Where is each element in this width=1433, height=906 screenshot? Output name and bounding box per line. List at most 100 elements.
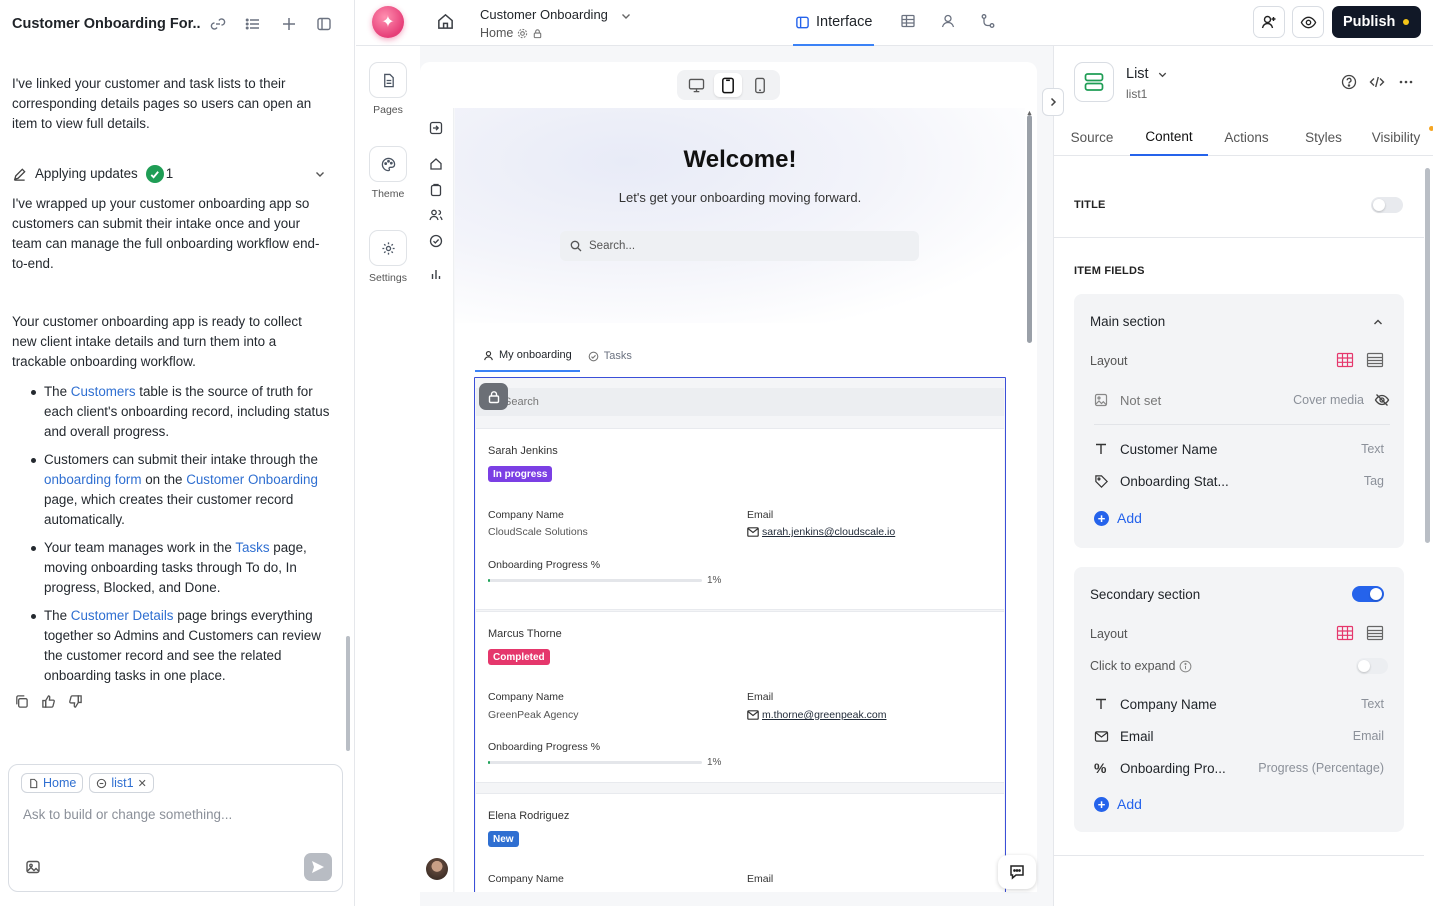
login-icon[interactable] [429,121,443,135]
tasks-link[interactable]: Tasks [235,540,269,555]
chat-scrollbar[interactable] [346,636,350,751]
grid-layout-icon[interactable] [1336,625,1354,641]
component-type-select[interactable]: List [1126,66,1168,82]
user-icon[interactable] [940,13,956,29]
secondary-section-title: Secondary section [1090,587,1201,602]
grid-layout-icon[interactable] [1336,352,1354,368]
email-link[interactable]: m.thorne@greenpeak.com [747,709,886,721]
link-icon[interactable] [200,16,236,32]
send-button[interactable] [304,853,332,881]
secondary-layout-label: Layout [1090,627,1128,641]
tab-source[interactable]: Source [1054,118,1130,156]
cover-media-row[interactable]: Not set Cover media [1094,385,1390,415]
list-layout-icon[interactable] [1366,352,1384,368]
check-circle-icon[interactable] [429,234,443,248]
copy-icon[interactable] [14,694,29,709]
secondary-section-toggle[interactable] [1352,586,1384,602]
list-item[interactable]: Marcus Thorne Completed Company Name Gre… [476,611,1004,783]
field-row[interactable]: Email Email [1094,721,1384,751]
field-row[interactable]: Onboarding Stat... Tag [1094,466,1384,496]
avatar[interactable] [426,858,448,880]
current-page[interactable]: Home [480,26,543,40]
thumbs-up-icon[interactable] [41,694,56,709]
applying-updates-row[interactable]: Applying updates 1 [12,164,330,184]
field-row[interactable]: Company Name Text [1094,689,1384,719]
close-icon[interactable]: ✕ [138,777,147,790]
preview-scrollbar[interactable] [1027,115,1032,343]
panel-scrollbar[interactable] [1425,168,1430,543]
ai-logo-icon[interactable]: ✦ [372,6,404,38]
add-field-button[interactable]: + Add [1094,510,1142,526]
customer-onboarding-link[interactable]: Customer Onboarding [186,472,318,487]
eye-off-icon[interactable] [1374,392,1390,408]
tab-visibility-label: Visibility [1371,129,1421,145]
chart-bar-icon[interactable] [429,267,443,281]
users-icon[interactable] [429,208,443,222]
list1-component[interactable]: Search Sarah Jenkins In progress Company… [474,377,1006,892]
thumbs-down-icon[interactable] [68,694,83,709]
page-icon [369,62,407,98]
collapse-panel-button[interactable] [1042,88,1064,116]
company-value: CloudScale Solutions [488,526,588,538]
table-icon[interactable] [900,13,916,29]
chip-list1[interactable]: list1 ✕ [89,773,154,793]
add-field-button[interactable]: + Add [1094,796,1142,812]
tab-interface[interactable]: Interface [793,0,875,46]
tab-tasks-label: Tasks [603,350,632,362]
rail-pages[interactable]: Pages [368,62,408,116]
home-icon[interactable] [429,157,443,171]
list-layout-icon[interactable] [1366,625,1384,641]
chevron-down-icon[interactable] [314,168,326,180]
divider [1054,237,1424,238]
customer-details-link[interactable]: Customer Details [71,608,174,623]
email-link[interactable]: sarah.jenkins@cloudscale.io [747,526,895,538]
image-upload-icon[interactable] [25,859,41,875]
more-icon[interactable] [1398,74,1414,90]
tab-interface-label: Interface [816,14,873,30]
list-item: The Customers table is the source of tru… [12,382,330,442]
chip-list1-label: list1 [111,776,134,790]
onboarding-form-link[interactable]: onboarding form [44,472,142,487]
list-item[interactable]: Elena Rodriguez New Company Name Email [476,793,1004,892]
tab-my-onboarding[interactable]: My onboarding [475,340,580,372]
click-to-expand-toggle[interactable] [1356,658,1388,674]
chip-home[interactable]: Home [21,773,84,793]
code-icon[interactable] [1369,74,1385,90]
list-icon[interactable] [235,16,271,32]
tab-visibility[interactable]: Visibility [1362,118,1433,156]
list-item[interactable]: Sarah Jenkins In progress Company Name C… [476,428,1004,610]
desktop-view-icon[interactable] [683,73,711,97]
sidebar-toggle-icon[interactable] [306,16,342,32]
new-chat-plus-icon[interactable] [271,16,307,32]
preview-button[interactable] [1292,6,1324,38]
field-row[interactable]: Customer Name Text [1094,434,1384,464]
clipboard-icon[interactable] [429,183,443,197]
help-icon[interactable] [1341,74,1357,90]
tab-content[interactable]: Content [1130,118,1208,156]
tab-actions[interactable]: Actions [1208,118,1285,156]
app-name[interactable]: Customer Onboarding [480,7,608,22]
rail-settings[interactable]: Settings [368,230,408,284]
home-icon[interactable] [436,12,455,31]
rail-theme[interactable]: Theme [368,146,408,200]
mobile-view-icon[interactable] [746,73,774,97]
customers-link[interactable]: Customers [71,384,136,399]
chat-bubble-button[interactable] [998,855,1036,889]
tab-tasks[interactable]: Tasks [580,340,640,372]
device-switcher [677,70,780,100]
info-icon[interactable] [1179,660,1192,673]
title-toggle[interactable] [1371,197,1403,213]
tab-styles[interactable]: Styles [1285,118,1362,156]
list-search-input[interactable]: Search [476,388,1004,416]
publish-button[interactable]: Publish [1332,6,1421,38]
tablet-view-icon[interactable] [714,73,743,97]
workflow-icon[interactable] [980,13,996,29]
invite-user-button[interactable] [1253,6,1285,38]
prompt-input[interactable] [23,807,323,822]
chat-message-intro: I've linked your customer and task lists… [12,76,312,131]
chevron-down-icon[interactable] [620,10,632,22]
hero-search-input[interactable]: Search... [560,231,919,261]
hero-section: Welcome! Let's get your onboarding movin… [455,108,1025,323]
field-row[interactable]: % Onboarding Pro... Progress (Percentage… [1094,753,1384,783]
chevron-up-icon[interactable] [1372,316,1384,328]
